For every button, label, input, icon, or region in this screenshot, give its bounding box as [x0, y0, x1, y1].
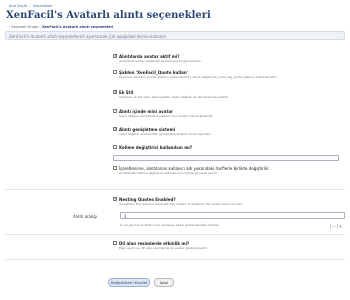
checkbox[interactable] — [113, 197, 118, 202]
option-explain: Seçili değilse, alıntılardaki genişletme… — [119, 132, 212, 136]
breadcrumb-current[interactable]: Seçenekler — [33, 4, 53, 8]
option-label: Alıntı içinde mini avatar — [119, 108, 174, 114]
page-title: XenFacil's Avatarlı alıntı seçenekleri — [6, 10, 211, 21]
cancel-button[interactable]: İptal — [154, 278, 174, 287]
intro-box: XenFacil's Avatarlı alıntı seçeneklerini… — [5, 31, 345, 40]
option-explain: If enabled, the quote is automatically n… — [119, 202, 243, 206]
quote-depth-stepper[interactable]: 1 − + — [120, 212, 345, 229]
breadcrumb: Ana Sayfa › Seçenekler — [9, 4, 53, 8]
option-explain: Seçilirse, XenFacil_Quote şablonu kullan… — [119, 75, 278, 79]
sub-breadcrumb: › Seçenek Grubu › XenFacil's Avatarlı al… — [9, 25, 113, 29]
word-replacer-input[interactable] — [113, 155, 339, 161]
checkbox[interactable] — [113, 90, 118, 95]
save-button[interactable]: Değişiklikleri Kaydet — [108, 278, 150, 287]
divider — [5, 189, 345, 190]
divider — [5, 234, 345, 235]
option-explain: Seçili değilse, alıntılarda avatarlar mi… — [119, 114, 214, 118]
stepper-value: 1 — [124, 213, 127, 219]
checkbox[interactable] — [113, 241, 117, 245]
sub-breadcrumb-prefix[interactable]: › Seçenek Grubu › — [9, 25, 41, 29]
checkbox[interactable] — [113, 166, 117, 170]
option-label: Kelime değiştirici kullanılsın mı? — [119, 144, 193, 150]
stepper-buttons: − + — [330, 213, 344, 229]
divider — [5, 259, 345, 260]
quote-depth-explain: İç içe geçmiş alıntıların kaç seviyeye k… — [120, 223, 220, 227]
option-label: Ek Stil — [119, 89, 134, 95]
options-form: Alıntılarda avatar aktif mi? Alıntılarda… — [5, 44, 345, 288]
checkbox[interactable] — [113, 109, 117, 113]
stepper-increment-icon[interactable]: + — [336, 224, 344, 229]
checkbox[interactable] — [113, 127, 118, 132]
option-label: İşaretlenirse, alıntılanan kullanıcı adı… — [119, 165, 270, 171]
checkbox[interactable] — [113, 54, 118, 59]
checkbox[interactable] — [113, 70, 117, 74]
option-label: Nesting Quotes Enabled? — [119, 196, 176, 202]
option-explain: Seçilirse, ek stil satırı eklenecektir. … — [119, 95, 229, 99]
option-explain: Eğer seçili ise, dil alan resimlerde de … — [119, 246, 208, 250]
checkbox[interactable] — [113, 145, 117, 149]
option-label: Şablon 'XenFacil_Quote kullan' — [119, 69, 188, 75]
quote-depth-label: Alıntı aralığı — [73, 214, 97, 219]
option-explain: Alıntılarda avatar gösterilip gösterilme… — [119, 59, 202, 63]
option-label: Alıntı genişletme sistemi — [119, 126, 176, 132]
option-explain: Alıntılardaki kelime değiştirici kelimel… — [119, 171, 218, 175]
option-label: Dil alan resimlerde etkinlik mi? — [119, 240, 190, 246]
breadcrumb-separator: › — [29, 4, 31, 8]
sub-breadcrumb-current: XenFacil's Avatarlı alıntı seçenekleri — [41, 25, 114, 29]
intro-text: XenFacil's Avatarlı alıntı seçeneklerini… — [9, 34, 168, 39]
option-label: Alıntılarda avatar aktif mi? — [119, 53, 180, 59]
breadcrumb-home[interactable]: Ana Sayfa — [9, 4, 27, 8]
